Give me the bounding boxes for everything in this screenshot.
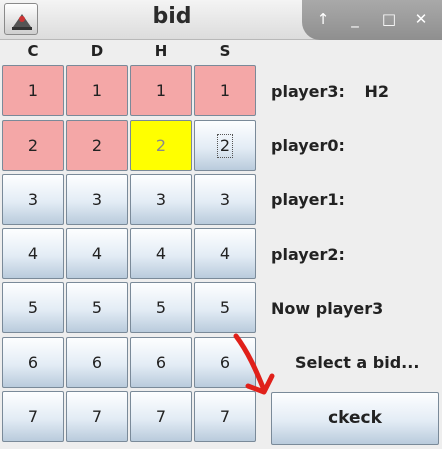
bid-button-c-2[interactable]: 2 [2, 120, 64, 171]
red-arrow-icon [233, 333, 275, 395]
bid-button-label: 1 [91, 81, 103, 100]
bid-button-label: 2 [155, 136, 167, 155]
bid-button-d-2[interactable]: 2 [66, 120, 128, 171]
player-label: player3: [271, 82, 345, 101]
bid-button-d-4[interactable]: 4 [66, 228, 128, 279]
window-title: bid [152, 4, 192, 29]
bid-button-d-6[interactable]: 6 [66, 337, 128, 388]
turn-indicator: Now player3 [271, 299, 384, 318]
bid-button-s-3[interactable]: 3 [194, 174, 256, 225]
bid-button-label: 5 [155, 298, 167, 317]
player-bid-line: player3: H2 [271, 82, 439, 102]
check-button[interactable]: ckeck [271, 392, 439, 445]
bid-button-d-5[interactable]: 5 [66, 282, 128, 333]
bid-button-label: 5 [219, 298, 231, 317]
column-header-h: H [154, 42, 168, 60]
bid-button-s-2[interactable]: 2 [194, 120, 256, 171]
bid-button-label: 7 [91, 407, 103, 426]
bid-button-label: 1 [155, 81, 167, 100]
bid-button-h-4[interactable]: 4 [130, 228, 192, 279]
player-label: player2: [271, 245, 345, 264]
bid-button-s-1[interactable]: 1 [194, 65, 256, 116]
bid-button-d-1[interactable]: 1 [66, 65, 128, 116]
bid-button-label: 3 [155, 190, 167, 209]
bid-button-label: 3 [219, 190, 231, 209]
bid-button-label: 2 [216, 134, 234, 158]
bid-button-d-3[interactable]: 3 [66, 174, 128, 225]
bid-button-label: 4 [155, 244, 167, 263]
player-bid-line: player0: [271, 136, 439, 156]
player-bid-line: player2: [271, 245, 439, 265]
bid-button-label: 7 [155, 407, 167, 426]
bid-button-h-2[interactable]: 2 [130, 120, 192, 171]
bid-button-label: 7 [219, 407, 231, 426]
status-message: Select a bid... [295, 353, 420, 372]
minimize-icon[interactable]: _ [342, 6, 368, 32]
bid-button-label: 2 [27, 136, 39, 155]
maximize-icon[interactable]: □ [376, 6, 402, 32]
bid-button-h-6[interactable]: 6 [130, 337, 192, 388]
bid-button-label: 5 [91, 298, 103, 317]
column-header-d: D [90, 42, 104, 60]
bid-button-h-7[interactable]: 7 [130, 391, 192, 442]
bid-button-h-1[interactable]: 1 [130, 65, 192, 116]
bid-button-s-5[interactable]: 5 [194, 282, 256, 333]
bid-button-label: 2 [91, 136, 103, 155]
bid-button-label: 6 [27, 353, 39, 372]
column-header-s: S [219, 42, 231, 60]
bid-button-h-5[interactable]: 5 [130, 282, 192, 333]
bid-button-s-4[interactable]: 4 [194, 228, 256, 279]
player-label: player1: [271, 190, 345, 209]
title-bar: bid ↑ _ □ ✕ [0, 0, 442, 40]
player-label: player0: [271, 136, 345, 155]
bid-button-label: 1 [27, 81, 39, 100]
bid-button-label: 4 [91, 244, 103, 263]
window-controls: ↑ _ □ ✕ [302, 0, 442, 40]
bid-button-label: 3 [91, 190, 103, 209]
bid-button-label: 1 [219, 81, 231, 100]
bid-button-c-3[interactable]: 3 [2, 174, 64, 225]
bid-button-c-7[interactable]: 7 [2, 391, 64, 442]
bid-button-d-7[interactable]: 7 [66, 391, 128, 442]
bid-button-h-3[interactable]: 3 [130, 174, 192, 225]
bid-button-c-1[interactable]: 1 [2, 65, 64, 116]
bid-button-c-5[interactable]: 5 [2, 282, 64, 333]
bid-button-label: 6 [91, 353, 103, 372]
player-bid-line: player1: [271, 190, 439, 210]
bid-button-c-6[interactable]: 6 [2, 337, 64, 388]
bid-button-label: 3 [27, 190, 39, 209]
bid-button-label: 6 [155, 353, 167, 372]
close-icon[interactable]: ✕ [408, 6, 434, 32]
column-header-c: C [27, 42, 39, 60]
bid-button-label: 4 [219, 244, 231, 263]
bid-button-label: 5 [27, 298, 39, 317]
bid-button-c-4[interactable]: 4 [2, 228, 64, 279]
player-bid: H2 [364, 82, 390, 101]
bid-button-label: 7 [27, 407, 39, 426]
keep-above-icon[interactable]: ↑ [310, 6, 336, 32]
bid-button-label: 4 [27, 244, 39, 263]
